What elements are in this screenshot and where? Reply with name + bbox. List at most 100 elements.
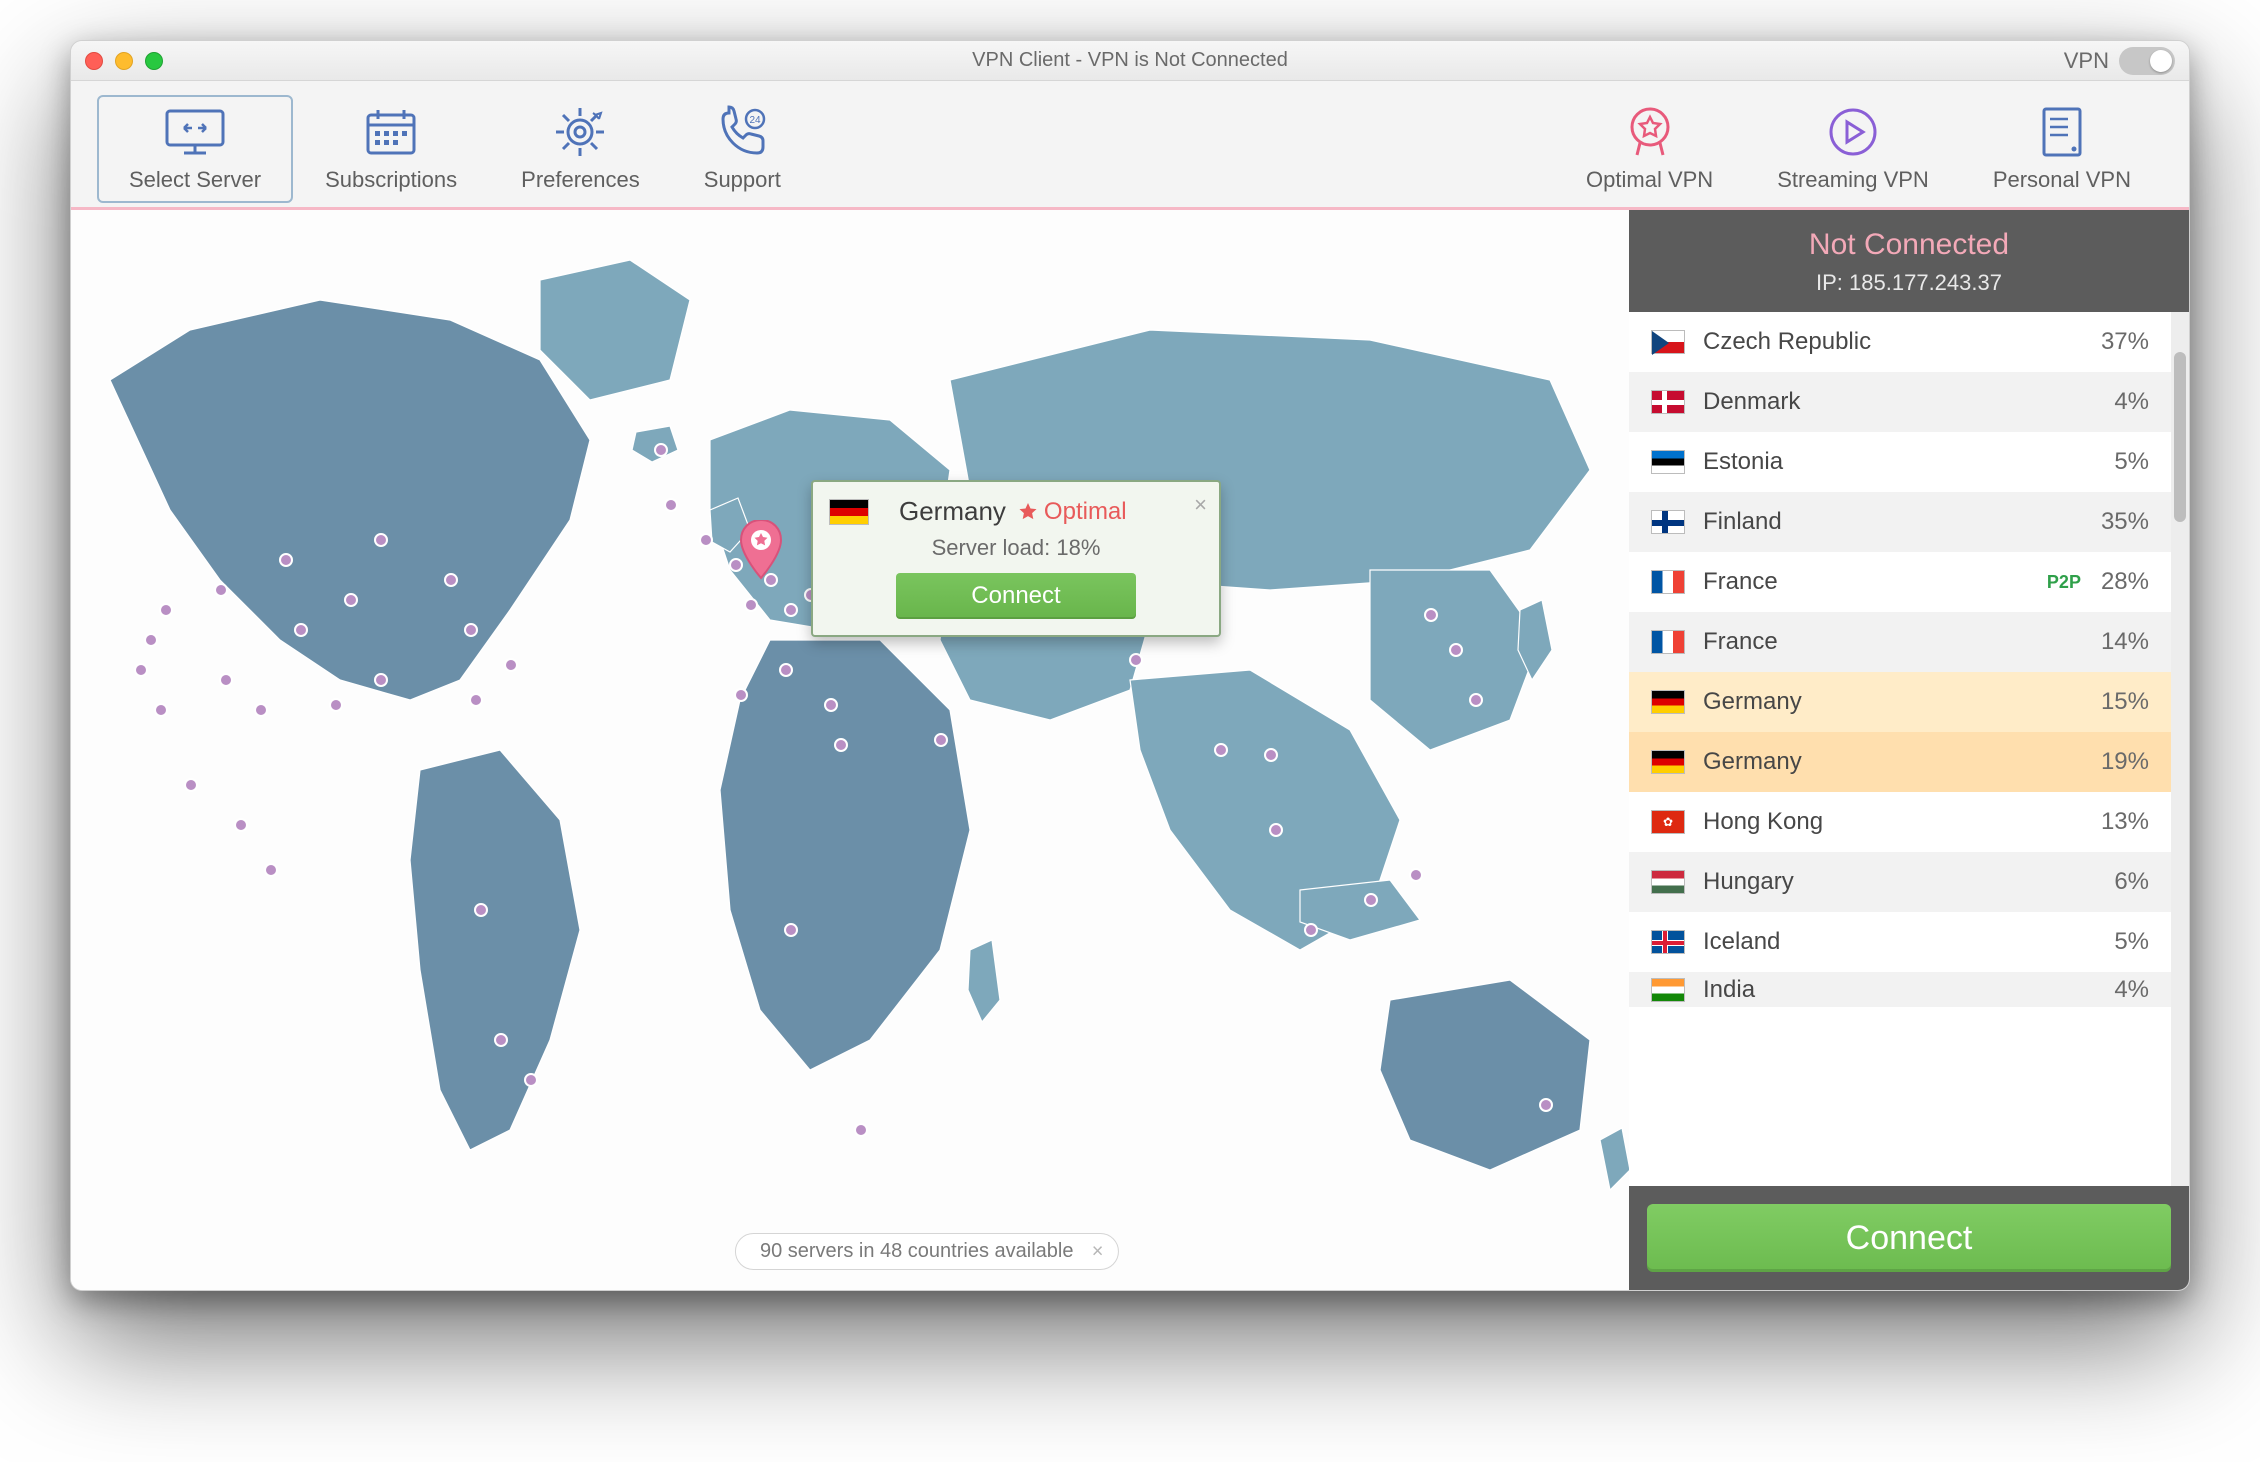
server-load: 5%	[2114, 928, 2149, 956]
server-marker[interactable]	[524, 1073, 538, 1087]
flag-icon	[1651, 330, 1685, 354]
server-country: Hungary	[1703, 868, 2114, 896]
server-marker[interactable]	[1449, 643, 1463, 657]
server-marker[interactable]	[934, 733, 948, 747]
toolbar-label: Optimal VPN	[1586, 167, 1713, 193]
dismiss-icon[interactable]: ×	[1092, 1240, 1104, 1263]
scrollbar-thumb[interactable]	[2174, 352, 2186, 522]
server-marker[interactable]	[744, 598, 758, 612]
window-controls	[85, 52, 163, 70]
server-marker[interactable]	[329, 698, 343, 712]
server-marker[interactable]	[144, 633, 158, 647]
toolbar-optimal-vpn[interactable]: Optimal VPN	[1554, 95, 1745, 203]
server-marker[interactable]	[824, 698, 838, 712]
close-window-button[interactable]	[85, 52, 103, 70]
server-row[interactable]: Finland35%	[1629, 492, 2189, 552]
toolbar-streaming-vpn[interactable]: Streaming VPN	[1745, 95, 1961, 203]
server-load: 13%	[2101, 808, 2149, 836]
server-marker[interactable]	[784, 603, 798, 617]
server-row[interactable]: Iceland5%	[1629, 912, 2189, 972]
server-row[interactable]: France14%	[1629, 612, 2189, 672]
server-marker[interactable]	[664, 498, 678, 512]
flag-icon	[1651, 690, 1685, 714]
gear-icon	[553, 103, 607, 161]
star-icon	[1018, 502, 1038, 522]
server-marker[interactable]	[279, 553, 293, 567]
server-marker[interactable]	[474, 903, 488, 917]
server-row[interactable]: Denmark4%	[1629, 372, 2189, 432]
server-marker[interactable]	[264, 863, 278, 877]
server-marker[interactable]	[1304, 923, 1318, 937]
server-country: Czech Republic	[1703, 328, 2101, 356]
server-marker[interactable]	[469, 693, 483, 707]
minimize-window-button[interactable]	[115, 52, 133, 70]
server-country: Hong Kong	[1703, 808, 2101, 836]
server-row[interactable]: Hungary6%	[1629, 852, 2189, 912]
popup-connect-button[interactable]: Connect	[896, 573, 1136, 619]
server-load: 15%	[2101, 688, 2149, 716]
server-marker[interactable]	[1424, 608, 1438, 622]
flag-icon	[1651, 930, 1685, 954]
toolbar-personal-vpn[interactable]: Personal VPN	[1961, 95, 2163, 203]
popup-country: Germany	[899, 496, 1006, 527]
server-marker[interactable]	[1409, 868, 1423, 882]
server-marker[interactable]	[344, 593, 358, 607]
server-marker[interactable]	[504, 658, 518, 672]
server-marker[interactable]	[219, 673, 233, 687]
server-marker[interactable]	[374, 533, 388, 547]
server-marker[interactable]	[654, 443, 668, 457]
toolbar: Select Server Subscriptions Preferences …	[71, 81, 2189, 210]
server-marker[interactable]	[1214, 743, 1228, 757]
server-marker[interactable]	[234, 818, 248, 832]
server-row[interactable]: FranceP2P28%	[1629, 552, 2189, 612]
server-row[interactable]: Estonia5%	[1629, 432, 2189, 492]
server-marker[interactable]	[294, 623, 308, 637]
server-marker[interactable]	[254, 703, 268, 717]
server-marker[interactable]	[854, 1123, 868, 1137]
server-row[interactable]: Germany15%	[1629, 672, 2189, 732]
server-marker[interactable]	[699, 533, 713, 547]
server-marker[interactable]	[134, 663, 148, 677]
map-status-pill: 90 servers in 48 countries available ×	[735, 1233, 1119, 1270]
server-marker[interactable]	[154, 703, 168, 717]
server-marker[interactable]	[834, 738, 848, 752]
toolbar-select-server[interactable]: Select Server	[97, 95, 293, 203]
content-area: × Germany Optimal Server load: 18% Conne…	[71, 210, 2189, 1290]
server-marker[interactable]	[779, 663, 793, 677]
server-marker[interactable]	[734, 688, 748, 702]
server-marker[interactable]	[1539, 1098, 1553, 1112]
server-row[interactable]: India4%	[1629, 972, 2189, 1007]
toolbar-subscriptions[interactable]: Subscriptions	[293, 95, 489, 203]
flag-icon	[1651, 870, 1685, 894]
server-row[interactable]: Germany19%	[1629, 732, 2189, 792]
vpn-toggle-switch[interactable]	[2119, 47, 2175, 75]
scrollbar-track[interactable]	[2171, 312, 2189, 1186]
server-marker[interactable]	[1129, 653, 1143, 667]
server-marker[interactable]	[159, 603, 173, 617]
server-marker[interactable]	[1364, 893, 1378, 907]
map-pin-selected[interactable]	[739, 520, 783, 580]
window-title: VPN Client - VPN is Not Connected	[71, 49, 2189, 72]
server-marker[interactable]	[494, 1033, 508, 1047]
server-marker[interactable]	[1269, 823, 1283, 837]
close-icon[interactable]: ×	[1194, 492, 1207, 518]
toolbar-support[interactable]: 24 Support	[672, 95, 813, 203]
server-marker[interactable]	[1469, 693, 1483, 707]
world-map[interactable]: × Germany Optimal Server load: 18% Conne…	[71, 210, 1629, 1290]
server-marker[interactable]	[184, 778, 198, 792]
server-marker[interactable]	[444, 573, 458, 587]
server-row[interactable]: ✿Hong Kong13%	[1629, 792, 2189, 852]
server-marker[interactable]	[464, 623, 478, 637]
zoom-window-button[interactable]	[145, 52, 163, 70]
server-list[interactable]: Czech Republic37%Denmark4%Estonia5%Finla…	[1629, 312, 2189, 1186]
server-marker[interactable]	[1264, 748, 1278, 762]
server-row[interactable]: Czech Republic37%	[1629, 312, 2189, 372]
connect-button[interactable]: Connect	[1647, 1204, 2171, 1272]
server-marker[interactable]	[214, 583, 228, 597]
server-country: France	[1703, 568, 2047, 596]
flag-icon	[1651, 630, 1685, 654]
server-marker[interactable]	[784, 923, 798, 937]
toolbar-preferences[interactable]: Preferences	[489, 95, 672, 203]
server-marker[interactable]	[374, 673, 388, 687]
badge-icon	[1626, 103, 1674, 161]
